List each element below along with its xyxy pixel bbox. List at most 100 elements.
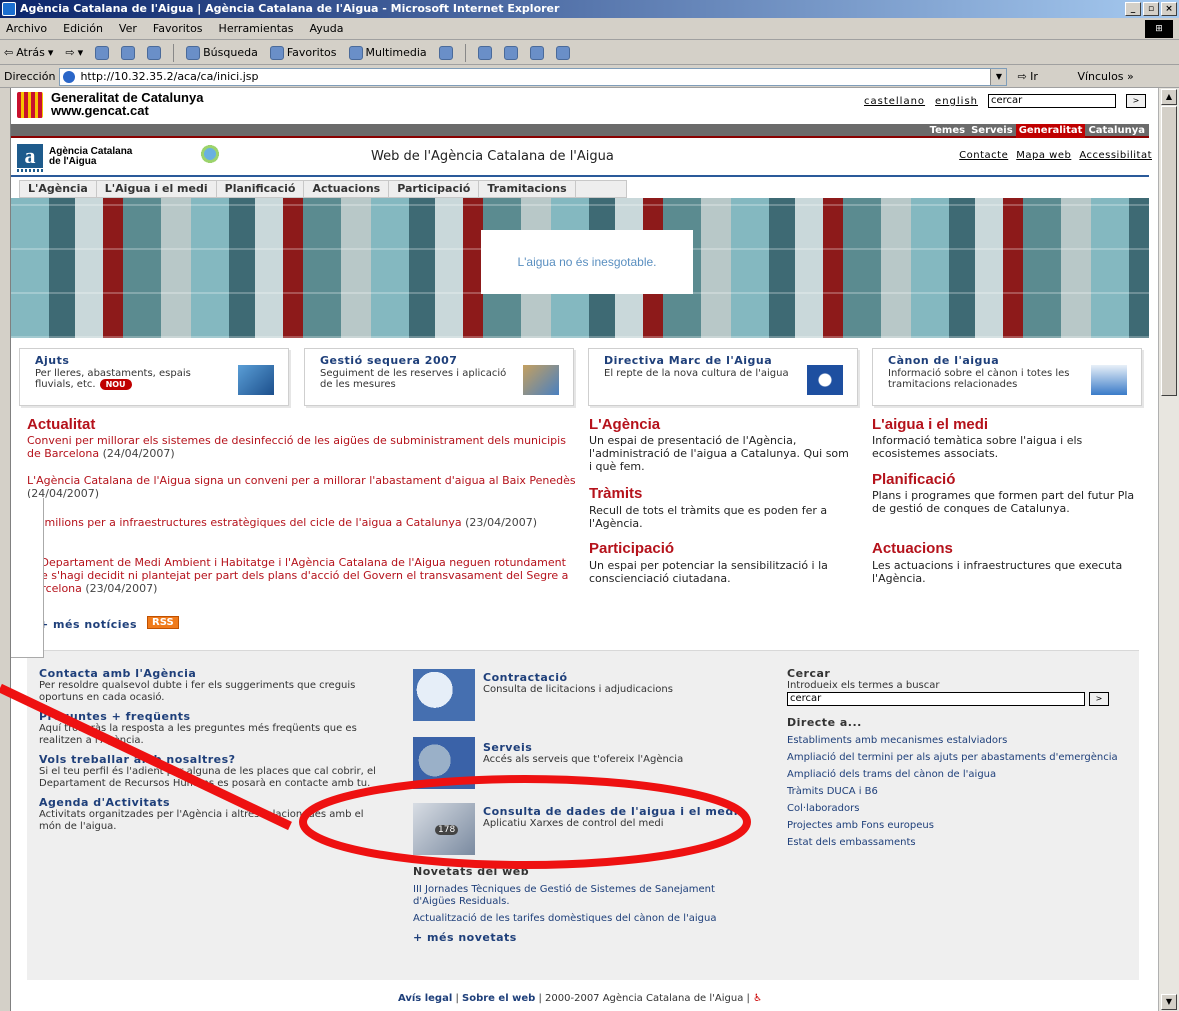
search-button[interactable]: Búsqueda xyxy=(186,45,258,60)
scroll-thumb[interactable] xyxy=(1161,106,1177,396)
link-accessibilitat[interactable]: Accessibilitat xyxy=(1079,150,1152,161)
menu-favoritos[interactable]: Favoritos xyxy=(153,22,203,35)
news-item[interactable]: 15 milions per a infraestructures estrat… xyxy=(27,516,583,529)
rss-badge[interactable]: RSS xyxy=(147,616,179,629)
more-novetats-link[interactable]: + més novetats xyxy=(413,931,743,944)
ie-icon xyxy=(2,2,16,16)
link-mapa-web[interactable]: Mapa web xyxy=(1016,150,1071,161)
directe-link[interactable]: Tràmits DUCA i B6 xyxy=(787,786,1132,798)
nav-tramitacions[interactable]: Tramitacions xyxy=(479,181,576,197)
page-icon xyxy=(63,70,76,83)
directe-link[interactable]: Ampliació del termini per als ajuts per … xyxy=(787,752,1132,764)
more-news-link[interactable]: + més notícies xyxy=(39,618,137,631)
toolbar: ⇦ Atrás ▾ ⇨ ▾ Búsqueda Favoritos Multimed… xyxy=(0,41,1179,65)
nav-participacio[interactable]: Participació xyxy=(389,181,480,197)
directe-link[interactable]: Estat dels embassaments xyxy=(787,837,1132,849)
gcmenu-serveis[interactable]: Serveis xyxy=(968,124,1016,138)
gcmenu-generalitat[interactable]: Generalitat xyxy=(1015,124,1086,138)
maximize-button[interactable]: ▫ xyxy=(1143,2,1159,16)
print-icon[interactable] xyxy=(503,45,518,60)
scroll-up-icon[interactable]: ▲ xyxy=(1161,89,1177,105)
section-heading[interactable]: Actuacions xyxy=(872,540,953,557)
news-text: L'Agència Catalana de l'Aigua signa un c… xyxy=(27,474,576,487)
link-english[interactable]: english xyxy=(935,96,978,107)
section-heading[interactable]: L'Agència xyxy=(589,416,660,433)
preguntes-link[interactable]: Preguntes + freqüents xyxy=(39,710,379,723)
top-search-button[interactable]: > xyxy=(1126,94,1146,108)
serveis-item[interactable]: Serveis Accés als serveis que t'ofereix l… xyxy=(483,741,743,772)
link-castellano[interactable]: castellano xyxy=(864,96,925,107)
novetat-link[interactable]: III Jornades Tècniques de Gestió de Sist… xyxy=(413,884,743,908)
menu-herramientas[interactable]: Herramientas xyxy=(219,22,294,35)
history-icon[interactable] xyxy=(438,45,453,60)
main-nav: L'Agència L'Aigua i el medi Planificació… xyxy=(19,180,627,198)
section-heading[interactable]: L'aigua i el medi xyxy=(872,416,988,433)
links-button[interactable]: Vínculos » xyxy=(1077,70,1133,83)
directe-link[interactable]: Ampliació dels trams del cànon de l'aigu… xyxy=(787,769,1132,781)
box-canon[interactable]: Cànon de l'aigua Informació sobre el càn… xyxy=(872,348,1142,406)
news-item[interactable]: Conveni per millorar els sistemes de des… xyxy=(27,434,583,460)
gencat-logo[interactable] xyxy=(17,92,43,118)
nav-aigua-medi[interactable]: L'Aigua i el medi xyxy=(97,181,217,197)
directe-link[interactable]: Establiments amb mecanismes estalviadors xyxy=(787,735,1132,747)
go-arrow-icon: ⇨ xyxy=(1017,70,1027,83)
go-button[interactable]: ⇨ Ir xyxy=(1017,70,1077,83)
windows-logo-icon: ⊞ xyxy=(1145,20,1173,38)
address-input[interactable]: http://10.32.35.2/aca/ca/inici.jsp ▼ xyxy=(59,67,1008,86)
contractacio-item[interactable]: Contractació Consulta de licitacions i ad… xyxy=(483,671,743,702)
gcmenu-temes[interactable]: Temes xyxy=(927,124,968,138)
section-heading[interactable]: Participació xyxy=(589,540,674,557)
top-search-input[interactable]: cercar xyxy=(988,94,1116,108)
mail-icon[interactable] xyxy=(477,45,492,60)
section-heading[interactable]: Planificació xyxy=(872,471,955,488)
link-contacte[interactable]: Contacte xyxy=(959,150,1008,161)
news-item[interactable]: El Departament de Medi Ambient i Habitat… xyxy=(27,556,583,595)
news-item[interactable]: L'Agència Catalana de l'Aigua signa un c… xyxy=(27,474,583,500)
cercar-input[interactable]: cercar xyxy=(787,692,1085,706)
address-url: http://10.32.35.2/aca/ca/inici.jsp xyxy=(80,69,259,83)
section-heading[interactable]: Tràmits xyxy=(589,485,642,502)
serveis-desc: Accés als serveis que t'ofereix l'Agènci… xyxy=(483,754,684,765)
aca-logo[interactable]: a xyxy=(17,144,43,168)
stop-icon[interactable] xyxy=(95,45,110,60)
treballar-link[interactable]: Vols treballar amb nosaltres? xyxy=(39,753,379,766)
gencat-name[interactable]: Generalitat de Catalunya www.gencat.cat xyxy=(51,91,203,117)
favorites-button[interactable]: Favoritos xyxy=(269,45,337,60)
nav-planificacio[interactable]: Planificació xyxy=(217,181,305,197)
nav-agencia[interactable]: L'Agència xyxy=(20,181,97,197)
media-button[interactable]: Multimedia xyxy=(348,45,427,60)
close-button[interactable]: × xyxy=(1161,2,1177,16)
forward-button[interactable]: ⇨ ▾ xyxy=(65,46,83,59)
contacta-link[interactable]: Contacta amb l'Agència xyxy=(39,667,379,680)
refresh-icon[interactable] xyxy=(121,45,136,60)
discuss-icon[interactable] xyxy=(555,45,570,60)
home-icon[interactable] xyxy=(147,45,162,60)
box-desc: Seguiment de les reserves i aplicació de… xyxy=(320,368,507,390)
menu-edicion[interactable]: Edición xyxy=(63,22,103,35)
gcmenu-catalunya[interactable]: Catalunya xyxy=(1085,124,1148,138)
legal-link[interactable]: Avís legal xyxy=(398,993,452,1004)
menu-ver[interactable]: Ver xyxy=(119,22,137,35)
box-gestio-sequera[interactable]: Gestió sequera 2007 Seguiment de les res… xyxy=(304,348,574,406)
scroll-down-icon[interactable]: ▼ xyxy=(1161,994,1177,1010)
menu-archivo[interactable]: Archivo xyxy=(6,22,47,35)
vertical-scrollbar[interactable]: ▲ ▼ xyxy=(1158,88,1179,1011)
directe-link[interactable]: Col·laboradors xyxy=(787,803,1132,815)
novetat-link[interactable]: Actualització de les tarifes domèstiques… xyxy=(413,913,743,925)
agenda-link[interactable]: Agenda d'Activitats xyxy=(39,796,379,809)
eu-drop-icon xyxy=(807,365,843,395)
minimize-button[interactable]: _ xyxy=(1125,2,1141,16)
nav-actuacions[interactable]: Actuacions xyxy=(304,181,390,197)
directe-link[interactable]: Projectes amb Fons europeus xyxy=(787,820,1132,832)
chevron-down-icon[interactable]: ▼ xyxy=(990,68,1007,85)
box-directiva-marc[interactable]: Directiva Marc de l'Aigua El repte de la… xyxy=(588,348,858,406)
box-ajuts[interactable]: Ajuts Per lleres, abastaments, espais fl… xyxy=(19,348,289,406)
about-link[interactable]: Sobre el web xyxy=(462,993,535,1004)
back-button[interactable]: ⇦ Atrás ▾ xyxy=(4,46,53,59)
menu-ayuda[interactable]: Ayuda xyxy=(309,22,343,35)
consulta-dades-item[interactable]: Consulta de dades de l'aigua i el medi Ap… xyxy=(483,805,743,836)
cercar-button[interactable]: > xyxy=(1089,692,1109,706)
new-badge: NOU xyxy=(99,379,132,390)
cercar-heading: Cercar xyxy=(787,667,831,680)
edit-icon[interactable] xyxy=(529,45,544,60)
